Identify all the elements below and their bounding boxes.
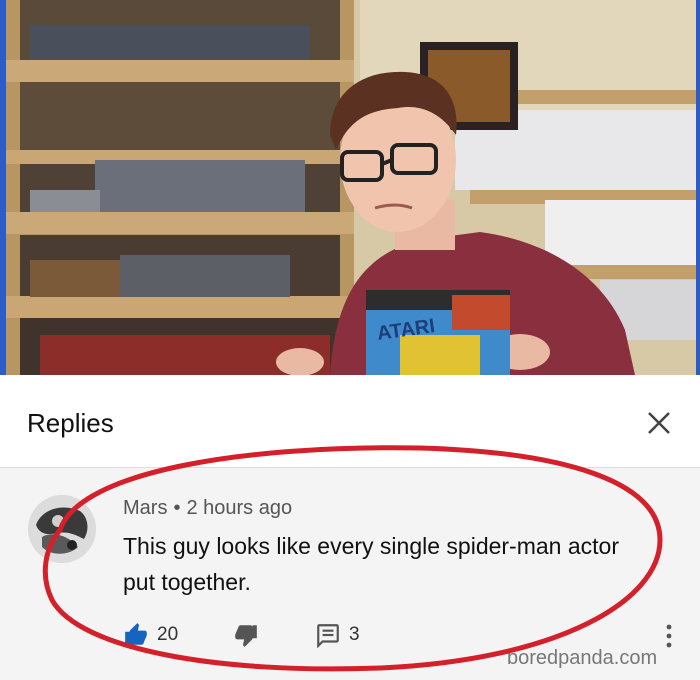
comment-author[interactable]: Mars [123, 497, 167, 519]
close-icon [648, 412, 670, 434]
reply-count: 3 [349, 624, 360, 645]
replies-panel: Replies Mars • 2 hours ago This guy looks … [0, 375, 700, 680]
replies-title: Replies [27, 408, 114, 438]
avatar-image [28, 495, 96, 563]
watermark: boredpanda.com [507, 647, 658, 669]
avatar[interactable] [28, 495, 96, 563]
meta-separator: • [173, 497, 181, 519]
like-count: 20 [157, 624, 179, 645]
frame-border-right [696, 0, 700, 375]
comment-meta: Mars • 2 hours ago [123, 497, 292, 520]
dislike-button[interactable] [233, 620, 259, 650]
thumbs-down-icon [235, 625, 257, 647]
video-frame[interactable]: ATARI [0, 0, 700, 375]
video-thumbnail-image: ATARI [0, 0, 700, 375]
more-options-button[interactable] [662, 623, 676, 649]
comment-text: This guy looks like every single spider-… [123, 533, 619, 595]
close-button[interactable] [641, 405, 677, 441]
reply-button[interactable]: 3 [315, 620, 360, 650]
like-button[interactable]: 20 [123, 620, 178, 650]
comment-icon [317, 624, 339, 648]
replies-header: Replies [0, 375, 700, 468]
frame-border-left [0, 0, 6, 375]
more-vert-icon [666, 624, 672, 648]
thumbs-up-icon [125, 623, 147, 645]
comment-time: 2 hours ago [186, 497, 293, 519]
comment-actions: 20 3 [123, 620, 543, 650]
